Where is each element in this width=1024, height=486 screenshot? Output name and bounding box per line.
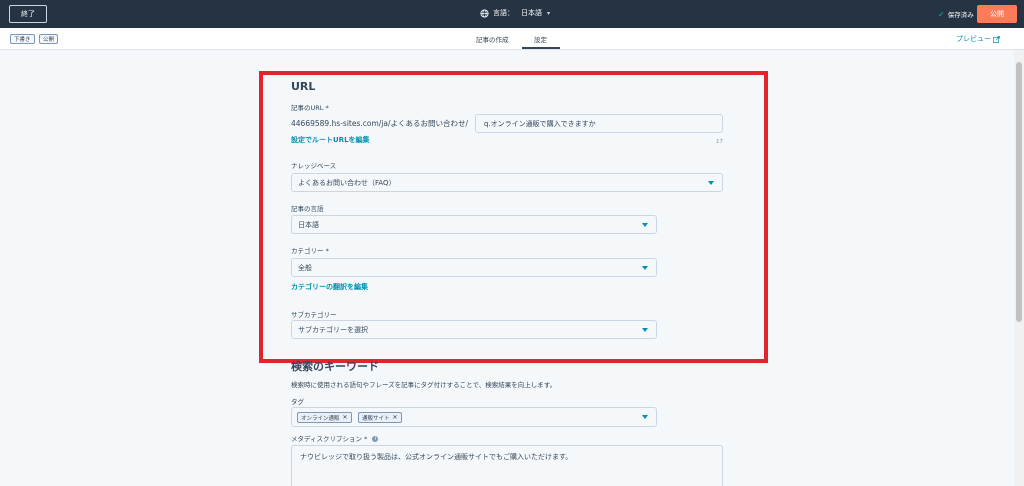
caret-down-icon	[642, 328, 648, 332]
article-url-label: 記事のURL *	[291, 104, 329, 112]
slug-input[interactable]: q.オンライン通販で購入できますか	[475, 114, 723, 133]
top-bar: 終了 言語： 日本語 ▾ ✓ 保存済み 公開	[0, 0, 1024, 28]
tag-chip[interactable]: オンライン通販 ✕	[297, 412, 352, 423]
caret-down-icon	[642, 266, 648, 270]
edit-category-translation-link[interactable]: カテゴリーの翻訳を編集	[291, 282, 368, 292]
category-select[interactable]: 全般	[291, 258, 657, 277]
slug-character-count: 17	[716, 139, 723, 145]
category-label: カテゴリー *	[291, 247, 329, 255]
globe-icon	[480, 8, 489, 18]
status-badge-draft[interactable]: 下書き	[10, 34, 35, 44]
subcategory-placeholder: サブカテゴリーを選択	[298, 325, 368, 334]
edit-root-url-link[interactable]: 設定でルートURLを編集	[291, 135, 370, 145]
close-icon[interactable]: ✕	[343, 414, 348, 421]
keywords-section-heading: 検索のキーワード	[291, 360, 379, 373]
tags-input[interactable]: オンライン通販 ✕ 通販サイト ✕	[291, 407, 657, 427]
active-tab-indicator	[522, 47, 560, 49]
publish-button[interactable]: 公開	[977, 5, 1017, 23]
caret-down-icon	[642, 415, 648, 419]
subcategory-label: サブカテゴリー	[291, 311, 337, 319]
tag-chip[interactable]: 通販サイト ✕	[358, 412, 402, 423]
url-section-heading: URL	[291, 80, 316, 93]
saved-label: 保存済み	[947, 11, 974, 19]
keywords-description: 検索時に使用される語句やフレーズを記事にタグ付けすることで、検索結果を向上します…	[291, 381, 557, 389]
scrollbar-thumb[interactable]	[1016, 62, 1022, 322]
info-icon[interactable]: i	[372, 436, 379, 442]
meta-description-label: メタディスクリプション * i	[291, 433, 379, 443]
tags-label: タグ	[291, 398, 304, 406]
editor-tabs-bar: 下書き 公開 記事の作成 設定 プレビュー	[0, 28, 1024, 50]
saved-status: ✓ 保存済み	[938, 9, 974, 20]
language-label: 言語：	[493, 9, 514, 17]
category-value: 全般	[298, 263, 312, 272]
language-value: 日本語	[521, 9, 542, 17]
caret-down-icon	[708, 181, 714, 185]
close-icon[interactable]: ✕	[393, 414, 398, 421]
language-switcher[interactable]: 言語： 日本語 ▾	[480, 8, 550, 18]
knowledge-base-select[interactable]: よくあるお問い合わせ（FAQ）	[291, 173, 723, 192]
exit-button[interactable]: 終了	[9, 5, 47, 23]
knowledge-base-label: ナレッジベース	[291, 162, 337, 170]
article-language-value: 日本語	[298, 220, 319, 229]
tab-compose[interactable]: 記事の作成	[476, 34, 509, 44]
article-language-label: 記事の言語	[291, 205, 324, 213]
subcategory-select[interactable]: サブカテゴリーを選択	[291, 320, 657, 339]
caret-down-icon	[642, 223, 648, 227]
preview-link[interactable]: プレビュー	[956, 34, 1000, 44]
page-scrollbar[interactable]	[1014, 50, 1024, 486]
chevron-down-icon: ▾	[547, 9, 551, 17]
knowledge-base-value: よくあるお問い合わせ（FAQ）	[298, 178, 396, 187]
check-icon: ✓	[938, 9, 945, 19]
tab-settings[interactable]: 設定	[534, 34, 547, 44]
url-prefix: 44669589.hs-sites.com/ja/よくあるお問い合わせ/	[291, 119, 469, 128]
preview-label: プレビュー	[956, 35, 991, 43]
article-language-select[interactable]: 日本語	[291, 215, 657, 234]
meta-description-textarea[interactable]: ナウビレッジで取り扱う製品は、公式オンライン通販サイトでもご購入いただけます。	[291, 445, 723, 486]
status-badge-published[interactable]: 公開	[39, 34, 59, 44]
external-link-icon	[993, 35, 1000, 43]
